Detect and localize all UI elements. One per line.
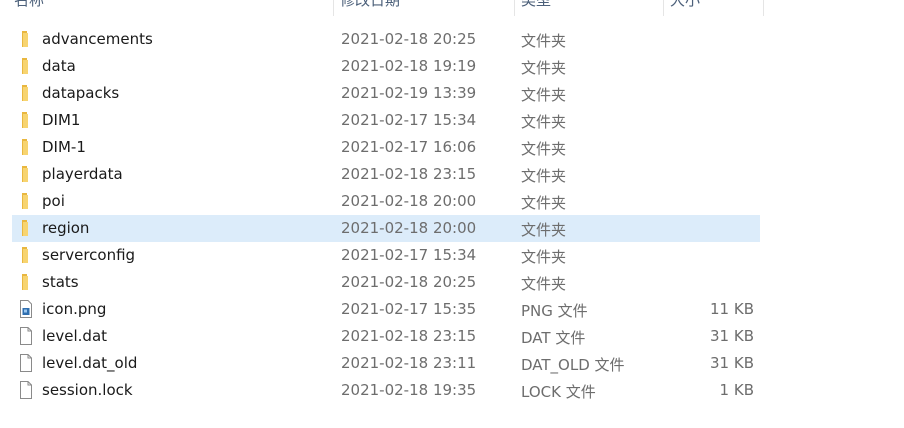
folder-icon <box>18 84 34 102</box>
file-type: 文件夹 <box>521 194 567 212</box>
file-row[interactable]: region 2021-02-18 20:00 文件夹 <box>12 215 760 242</box>
file-icon <box>18 354 34 372</box>
column-divider[interactable] <box>763 0 764 16</box>
file-type: PNG 文件 <box>521 302 588 320</box>
file-icon <box>18 381 34 399</box>
file-size: 31 KB <box>710 354 754 372</box>
column-header-type[interactable]: 类型 <box>515 0 663 16</box>
file-size: 11 KB <box>710 300 754 318</box>
folder-icon <box>18 219 34 237</box>
column-header-size[interactable]: 大小 <box>664 0 763 16</box>
file-date: 2021-02-17 16:06 <box>341 138 477 156</box>
file-row[interactable]: level.dat_old 2021-02-18 23:11 DAT_OLD 文件 3… <box>12 350 760 377</box>
file-type: DAT_OLD 文件 <box>521 356 625 374</box>
file-name: poi <box>42 192 65 210</box>
file-date: 2021-02-18 20:00 <box>341 219 477 237</box>
file-date: 2021-02-18 20:25 <box>341 30 477 48</box>
file-date: 2021-02-18 19:19 <box>341 57 477 75</box>
file-date: 2021-02-17 15:34 <box>341 111 477 129</box>
file-name: region <box>42 219 90 237</box>
folder-icon <box>18 138 34 156</box>
file-name: datapacks <box>42 84 120 102</box>
file-date: 2021-02-18 23:15 <box>341 165 477 183</box>
file-date: 2021-02-17 15:35 <box>341 300 477 318</box>
file-row[interactable]: level.dat 2021-02-18 23:15 DAT 文件 31 KB <box>12 323 760 350</box>
file-name: advancements <box>42 30 153 48</box>
file-name: icon.png <box>42 300 107 318</box>
folder-icon <box>18 192 34 210</box>
file-name: DIM1 <box>42 111 81 129</box>
file-type: LOCK 文件 <box>521 383 596 401</box>
file-name: data <box>42 57 76 75</box>
file-type: 文件夹 <box>521 86 567 104</box>
column-header-date[interactable]: 修改日期 <box>334 0 514 16</box>
file-row[interactable]: data 2021-02-18 19:19 文件夹 <box>12 53 760 80</box>
file-type: 文件夹 <box>521 221 567 239</box>
file-row[interactable]: DIM1 2021-02-17 15:34 文件夹 <box>12 107 760 134</box>
file-date: 2021-02-17 15:34 <box>341 246 477 264</box>
file-name: level.dat_old <box>42 354 138 372</box>
folder-icon <box>18 165 34 183</box>
file-icon <box>18 327 34 345</box>
file-type: 文件夹 <box>521 275 567 293</box>
image-file-icon <box>18 300 34 318</box>
file-list: advancements 2021-02-18 20:25 文件夹 data 2021-… <box>12 26 760 404</box>
file-date: 2021-02-18 20:00 <box>341 192 477 210</box>
file-row[interactable]: DIM-1 2021-02-17 16:06 文件夹 <box>12 134 760 161</box>
file-date: 2021-02-18 23:11 <box>341 354 477 372</box>
file-name: session.lock <box>42 381 133 399</box>
file-row[interactable]: datapacks 2021-02-19 13:39 文件夹 <box>12 80 760 107</box>
file-size: 1 KB <box>719 381 754 399</box>
file-date: 2021-02-18 19:35 <box>341 381 477 399</box>
file-row[interactable]: icon.png 2021-02-17 15:35 PNG 文件 11 KB <box>12 296 760 323</box>
file-name: playerdata <box>42 165 123 183</box>
file-row[interactable]: playerdata 2021-02-18 23:15 文件夹 <box>12 161 760 188</box>
file-name: stats <box>42 273 79 291</box>
folder-icon <box>18 246 34 264</box>
folder-icon <box>18 273 34 291</box>
file-row[interactable]: advancements 2021-02-18 20:25 文件夹 <box>12 26 760 53</box>
file-date: 2021-02-18 23:15 <box>341 327 477 345</box>
file-name: serverconfig <box>42 246 136 264</box>
file-row[interactable]: stats 2021-02-18 20:25 文件夹 <box>12 269 760 296</box>
file-type: 文件夹 <box>521 59 567 77</box>
file-type: 文件夹 <box>521 167 567 185</box>
column-header: 名称 修改日期 类型 大小 <box>0 0 904 16</box>
file-name: DIM-1 <box>42 138 86 156</box>
file-row[interactable]: session.lock 2021-02-18 19:35 LOCK 文件 1 KB <box>12 377 760 404</box>
file-type: 文件夹 <box>521 248 567 266</box>
file-type: DAT 文件 <box>521 329 586 347</box>
file-row[interactable]: serverconfig 2021-02-17 15:34 文件夹 <box>12 242 760 269</box>
file-size: 31 KB <box>710 327 754 345</box>
file-type: 文件夹 <box>521 140 567 158</box>
folder-icon <box>18 30 34 48</box>
file-type: 文件夹 <box>521 32 567 50</box>
column-header-name[interactable]: 名称 <box>8 0 334 16</box>
folder-icon <box>18 111 34 129</box>
file-row[interactable]: poi 2021-02-18 20:00 文件夹 <box>12 188 760 215</box>
file-date: 2021-02-18 20:25 <box>341 273 477 291</box>
file-name: level.dat <box>42 327 108 345</box>
folder-icon <box>18 57 34 75</box>
file-date: 2021-02-19 13:39 <box>341 84 477 102</box>
file-type: 文件夹 <box>521 113 567 131</box>
